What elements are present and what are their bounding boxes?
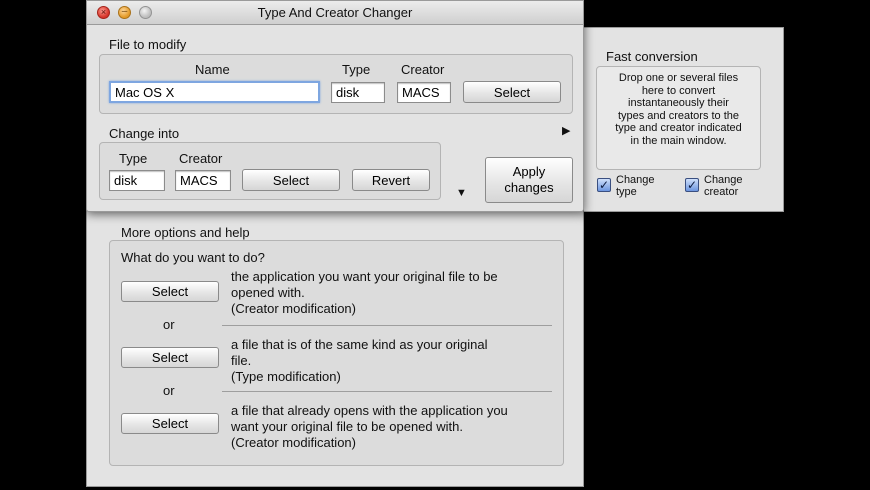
option2-text: a file that is of the same kind as your … (231, 337, 488, 384)
select-application-button[interactable]: Select (121, 281, 219, 302)
name-column-label: Name (195, 62, 230, 77)
file-to-modify-group: Name Type Creator Mac OS X disk MACS Sel… (99, 54, 573, 114)
more-options-legend: More options and help (121, 225, 250, 240)
drop-zone-description: Drop one or several files here to conver… (615, 72, 742, 147)
disclosure-right-icon[interactable]: ▶ (562, 124, 570, 137)
apply-label-1: Apply (512, 164, 546, 179)
change-type-checkbox[interactable]: ✓ (597, 178, 611, 192)
disclosure-down-icon[interactable]: ▼ (456, 187, 467, 199)
change-creator-checkbox[interactable]: ✓ (685, 178, 699, 192)
fast-conversion-panel: Fast conversion Drop one or several file… (584, 27, 784, 212)
select-same-kind-button[interactable]: Select (121, 347, 219, 368)
more-options-panel: More options and help What do you want t… (86, 205, 584, 487)
file-to-modify-legend: File to modify (109, 37, 187, 52)
file-creator-field[interactable]: MACS (397, 82, 451, 103)
target-creator-label: Creator (179, 151, 223, 166)
separator-1 (222, 325, 552, 326)
file-type-field[interactable]: disk (331, 82, 385, 103)
creator-column-label: Creator (401, 62, 445, 77)
revert-button[interactable]: Revert (352, 169, 430, 191)
type-column-label: Type (342, 62, 371, 77)
change-creator-label: Change creator (704, 174, 743, 198)
or-label-2: or (163, 383, 175, 398)
apply-changes-button[interactable]: Apply changes (485, 157, 573, 203)
fast-conversion-title: Fast conversion (606, 49, 698, 64)
separator-2 (222, 391, 552, 392)
change-into-legend: Change into (109, 126, 180, 141)
or-label-1: or (163, 317, 175, 332)
drop-zone[interactable]: Drop one or several files here to conver… (596, 66, 761, 170)
change-type-label: Change type (616, 174, 655, 198)
change-into-group: Type Creator disk MACS Select Revert (99, 142, 441, 200)
title-bar[interactable]: × – Type And Creator Changer (87, 1, 583, 25)
apply-label-2: changes (504, 180, 554, 195)
target-creator-field[interactable]: MACS (175, 170, 231, 191)
select-file-button[interactable]: Select (463, 81, 561, 103)
target-type-field[interactable]: disk (109, 170, 165, 191)
select-target-button[interactable]: Select (242, 169, 340, 191)
main-window: × – Type And Creator Changer File to mod… (86, 0, 584, 212)
question-label: What do you want to do? (121, 250, 265, 265)
file-name-field[interactable]: Mac OS X (109, 81, 320, 103)
window-title: Type And Creator Changer (257, 5, 413, 20)
select-opens-with-button[interactable]: Select (121, 413, 219, 434)
option3-text: a file that already opens with the appli… (231, 403, 508, 450)
more-options-group: What do you want to do? Select the appli… (109, 240, 564, 466)
option1-text: the application you want your original f… (231, 269, 498, 316)
target-type-label: Type (119, 151, 148, 166)
